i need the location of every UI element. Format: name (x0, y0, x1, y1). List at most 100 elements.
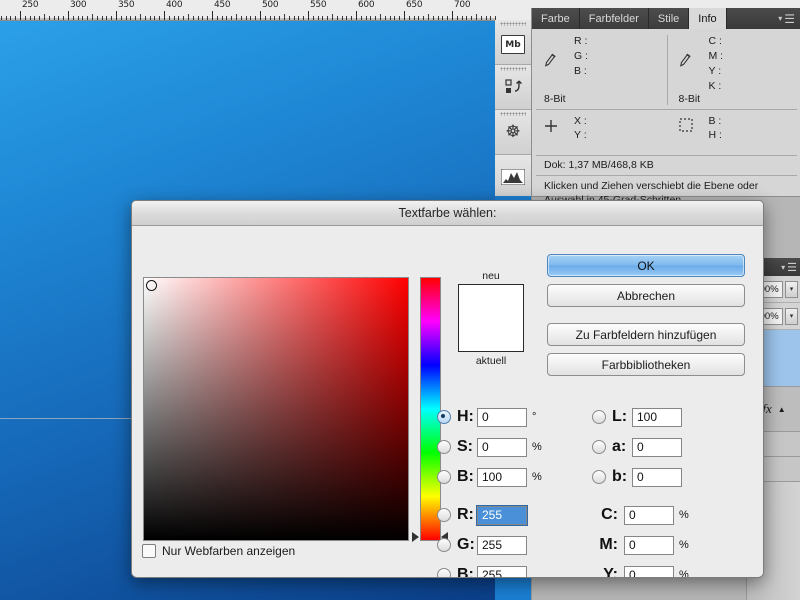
ruler-label: 550 (310, 0, 327, 10)
rgb-row-r[interactable]: R: 255 (437, 504, 587, 526)
label-h: H: (457, 408, 474, 425)
input-g[interactable]: 255 (477, 535, 527, 555)
input-b-brightness[interactable]: 100 (477, 467, 527, 487)
input-y[interactable]: 0 (624, 565, 674, 577)
info-divider-2 (536, 155, 797, 156)
cancel-button[interactable]: Abbrechen (547, 284, 745, 307)
hue-slider-handle-left[interactable] (412, 532, 419, 542)
cmyk-row-c[interactable]: C: 0 % (592, 504, 742, 526)
info-label-y: Y : (574, 129, 587, 141)
ruler-label: 600 (358, 0, 375, 10)
tab-stile[interactable]: Stile (648, 8, 690, 29)
radio-l[interactable] (592, 410, 606, 424)
preview-current-label: aktuell (475, 355, 507, 367)
dock-item-histogram[interactable] (495, 155, 531, 200)
radio-b-lab[interactable] (592, 470, 606, 484)
dock-item-history-brush-source[interactable]: Mb (495, 20, 531, 65)
hsb-row-h[interactable]: H: 0 ° (437, 406, 587, 428)
add-to-swatches-button[interactable]: Zu Farbfeldern hinzufügen (547, 323, 745, 346)
info-panel[interactable]: Farbe Farbfelder Stile Info ▾ ☰ R : G : … (531, 8, 800, 206)
document-size-text: Dok: 1,37 MB/468,8 KB (544, 159, 654, 171)
label-y: Y: (603, 566, 618, 578)
opacity-dropdown-icon[interactable]: ▾ (785, 280, 798, 298)
web-colors-only-checkbox[interactable]: Nur Webfarben anzeigen (142, 544, 295, 558)
radio-b-blue[interactable] (437, 568, 451, 577)
color-field-marker[interactable] (146, 280, 157, 291)
unit-b-brightness: % (532, 471, 542, 483)
ruler-label: 300 (70, 0, 87, 10)
info-bitdepth-cmyk: 8-Bit (678, 93, 701, 105)
rgb-row-g[interactable]: G: 255 (437, 534, 587, 556)
info-pointer-position: X : Y : (532, 115, 667, 149)
info-label-c: C : (708, 35, 722, 47)
unit-c: % (679, 509, 689, 521)
dock-grip[interactable] (500, 22, 526, 26)
checkbox-box[interactable] (142, 544, 156, 558)
cmyk-row-y[interactable]: Y: 0 % (592, 564, 742, 578)
fill-dropdown-icon[interactable]: ▾ (785, 307, 798, 325)
hsb-row-b[interactable]: B: 100 % (437, 466, 587, 488)
info-label-b: B : (574, 65, 587, 77)
color-picker-dialog[interactable]: Textfarbe wählen: neu aktuell Nur Webfar… (131, 200, 764, 578)
radio-g[interactable] (437, 538, 451, 552)
unit-m: % (679, 539, 689, 551)
preview-current-color[interactable] (459, 318, 523, 351)
radio-s[interactable] (437, 440, 451, 454)
unit-s: % (532, 441, 542, 453)
dock-item-navigator[interactable]: ☸ (495, 110, 531, 155)
input-s[interactable]: 0 (477, 437, 527, 457)
lab-row-a[interactable]: a: 0 (592, 436, 742, 458)
input-a[interactable]: 0 (632, 437, 682, 457)
hsb-rgb-column: H: 0 ° S: 0 % B: 100 % R: 255 G: 255 B: … (437, 406, 587, 578)
radio-a[interactable] (592, 440, 606, 454)
cmyk-row-m[interactable]: M: 0 % (592, 534, 742, 556)
info-label-m: M : (708, 50, 724, 62)
unit-h: ° (532, 411, 537, 423)
input-h[interactable]: 0 (477, 407, 527, 427)
info-label-k: K : (708, 80, 722, 92)
ruler-label: 350 (118, 0, 135, 10)
tab-farbfelder[interactable]: Farbfelder (579, 8, 649, 29)
lab-row-b[interactable]: b: 0 (592, 466, 742, 488)
input-b-blue[interactable]: 255 (477, 565, 527, 577)
input-r[interactable]: 255 (477, 505, 527, 525)
info-label-y: Y : (708, 65, 722, 77)
saturation-brightness-field[interactable] (143, 277, 409, 541)
marquee-icon (678, 118, 693, 132)
radio-r[interactable] (437, 508, 451, 522)
label-s: S: (457, 438, 473, 455)
info-cmyk-readout: C : M : Y : K : 8-Bit (667, 35, 800, 107)
input-l[interactable]: 100 (632, 407, 682, 427)
dock-grip[interactable] (500, 67, 526, 71)
disclosure-triangle-icon[interactable]: ▲ (778, 405, 786, 414)
hsb-row-s[interactable]: S: 0 % (437, 436, 587, 458)
input-b-lab[interactable]: 0 (632, 467, 682, 487)
chevron-down-icon: ▾ (778, 14, 783, 23)
color-libraries-button[interactable]: Farbbibliotheken (547, 353, 745, 376)
label-r: R: (457, 506, 474, 523)
info-bitdepth-rgb: 8-Bit (544, 93, 566, 105)
info-panel-tabs[interactable]: Farbe Farbfelder Stile Info ▾ ☰ (532, 8, 800, 29)
ok-button[interactable]: OK (547, 254, 745, 277)
radio-b-brightness[interactable] (437, 470, 451, 484)
preview-swatch[interactable] (458, 284, 524, 352)
ruler-shadow (0, 18, 495, 20)
dock-grip[interactable] (500, 112, 526, 116)
label-b-blue: B: (457, 566, 474, 578)
preview-new-color[interactable] (459, 285, 523, 318)
info-label-r: R : (574, 35, 588, 47)
rgb-row-b[interactable]: B: 255 (437, 564, 587, 578)
tab-farbe[interactable]: Farbe (532, 8, 580, 29)
input-m[interactable]: 0 (624, 535, 674, 555)
lab-row-l[interactable]: L: 100 (592, 406, 742, 428)
panel-menu-icon[interactable]: ▾ ☰ (778, 8, 800, 29)
ruler-label: 400 (166, 0, 183, 10)
input-c[interactable]: 0 (624, 505, 674, 525)
tab-info[interactable]: Info (689, 8, 727, 29)
radio-h[interactable] (437, 410, 451, 424)
histogram-icon (501, 169, 525, 185)
info-divider-3 (536, 175, 797, 176)
ruler-label: 450 (214, 0, 231, 10)
hamburger-icon: ☰ (784, 11, 795, 26)
dock-item-actions[interactable] (495, 65, 531, 110)
